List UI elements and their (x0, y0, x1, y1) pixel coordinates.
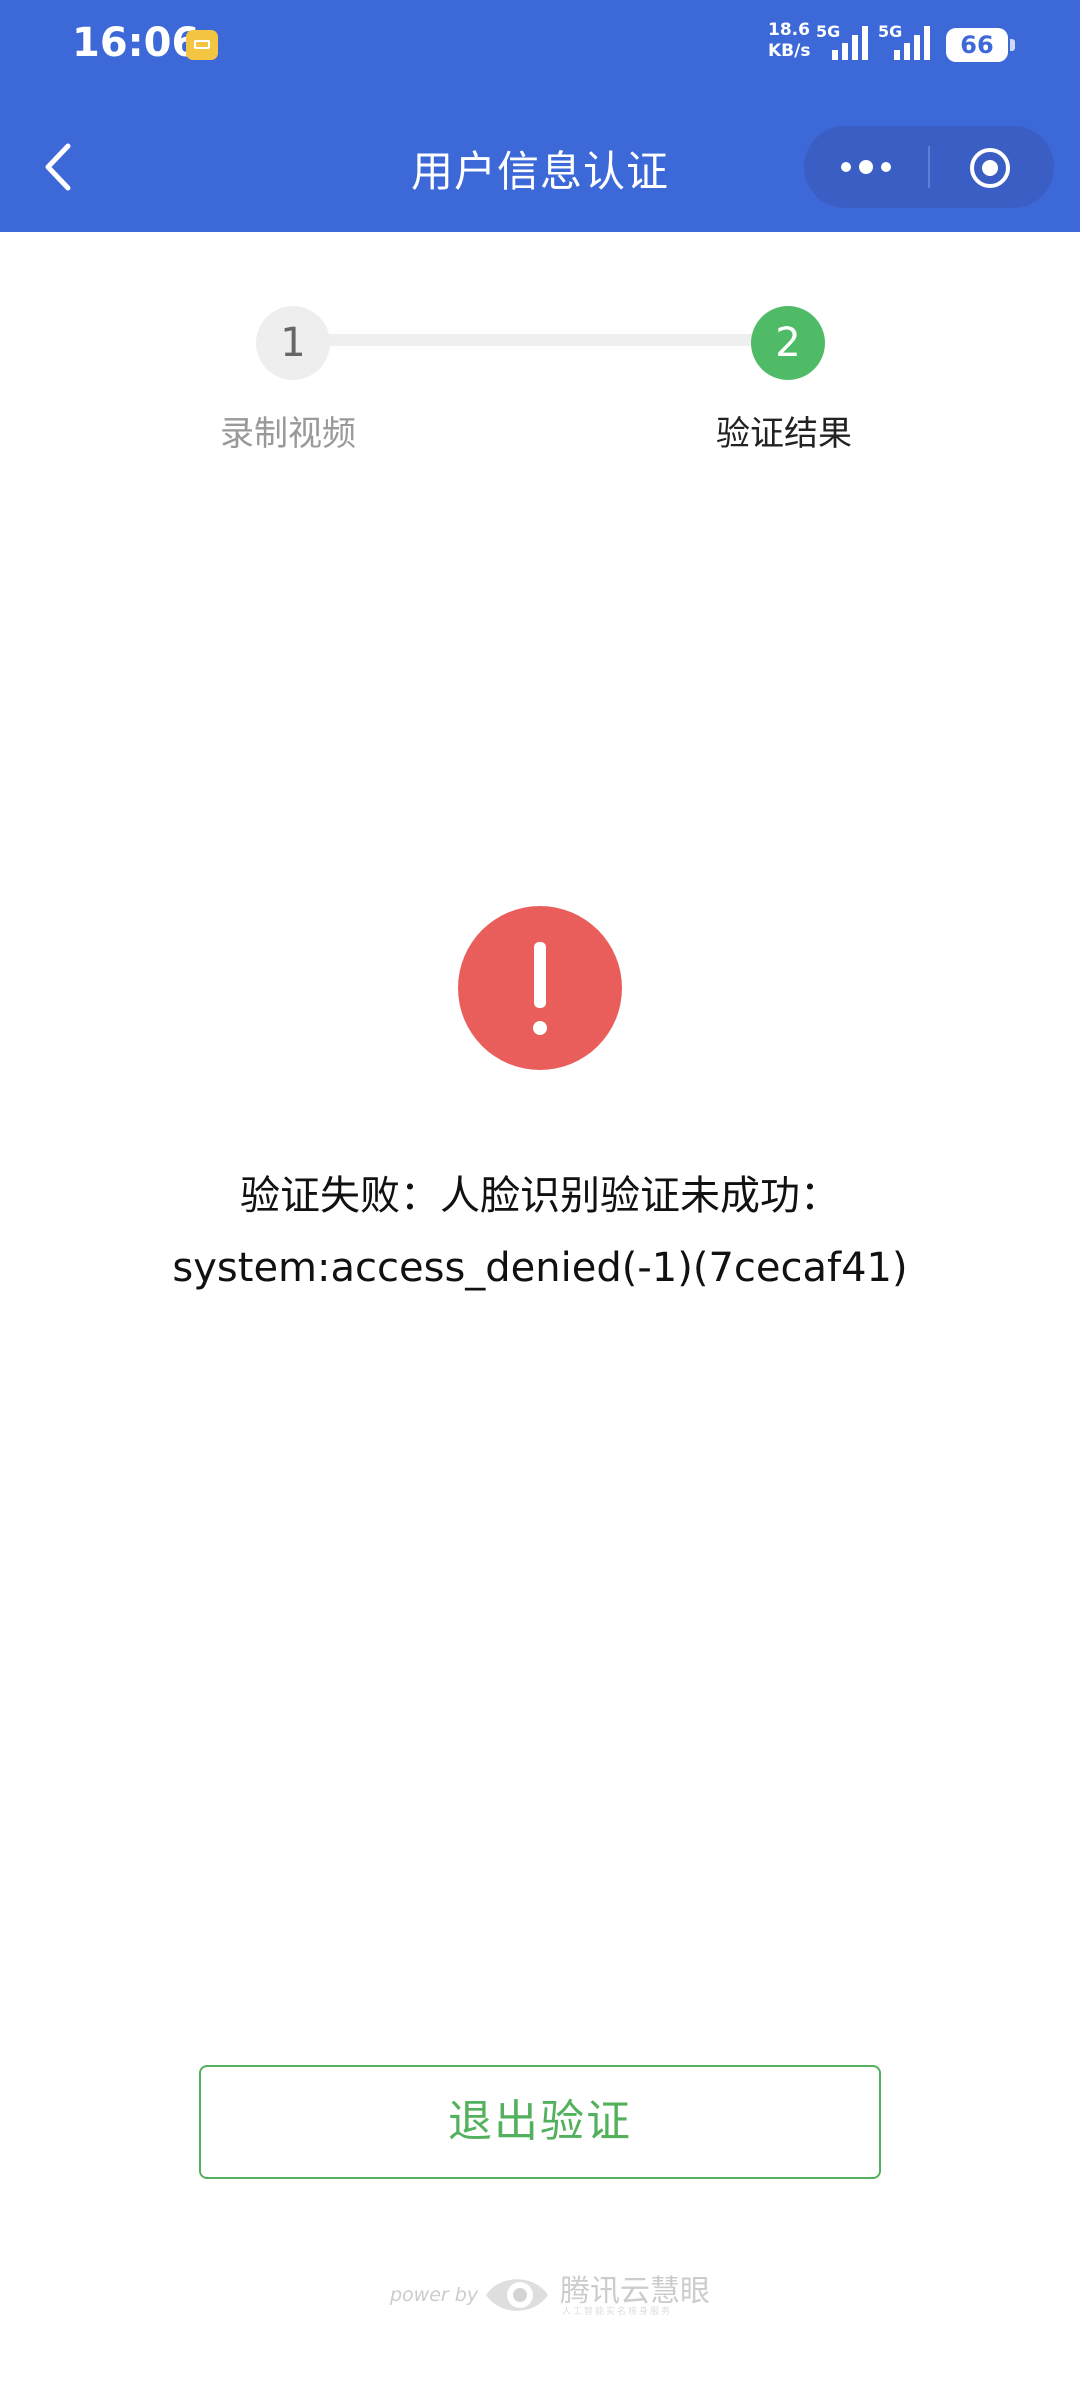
more-options-icon[interactable] (836, 152, 896, 182)
error-message-line1: 验证失败：人脸识别验证未成功： (240, 1173, 840, 1219)
step-progress-line (310, 334, 780, 346)
status-time: 16:06 (72, 20, 200, 66)
brand-subtitle: 人工智能实名核身服务 (562, 2307, 673, 2317)
exit-verification-button[interactable]: 退出验证 (199, 2065, 881, 2179)
capsule-divider (928, 146, 930, 188)
step-2-circle: 2 (751, 306, 825, 380)
error-message-line2: system:access_denied(-1)(7cecaf41) (172, 1245, 908, 1291)
notification-icon (186, 30, 218, 60)
network-speed: 18.6 KB/s (768, 20, 811, 61)
eye-logo-icon (486, 2279, 548, 2311)
error-message: 验证失败：人脸识别验证未成功： system:access_denied(-1)… (90, 1160, 990, 1304)
power-by-text: power by (390, 2284, 479, 2306)
close-miniprogram-icon[interactable] (969, 147, 1011, 189)
step-1-circle: 1 (256, 306, 330, 380)
miniprogram-capsule (804, 126, 1054, 208)
step-2-label: 验证结果 (716, 414, 852, 454)
step-1-label: 录制视频 (220, 414, 356, 454)
header-bar: 16:06 18.6 KB/s 5G 5G 66 用户信息认证 (0, 0, 1080, 232)
error-icon (458, 906, 622, 1070)
battery-indicator: 66 (946, 28, 1015, 62)
signal-icon (832, 26, 868, 60)
signal-icon (894, 26, 930, 60)
footer-branding: power by 腾讯云慧眼 人工智能实名核身服务 (390, 2262, 710, 2322)
